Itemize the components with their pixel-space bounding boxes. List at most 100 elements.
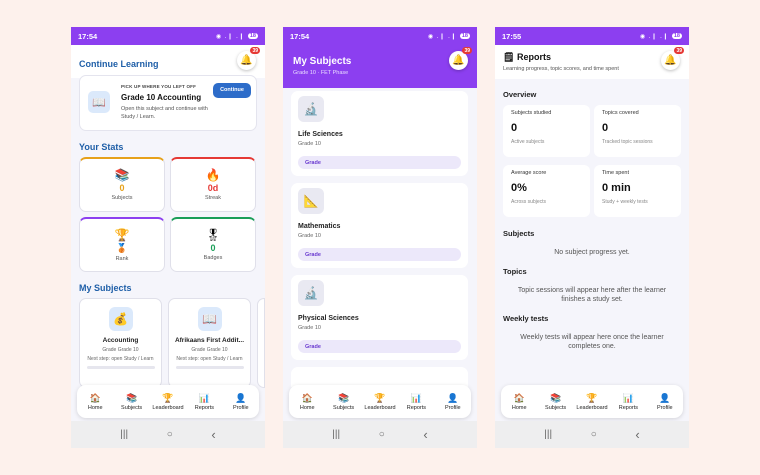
overview-card-subjects: Subjects studied 0 Active subjects bbox=[503, 105, 590, 157]
nav-leaderboard[interactable]: 🏆 Leaderboard bbox=[362, 385, 398, 418]
page-subtitle: Learning progress, topic scores, and tim… bbox=[503, 66, 619, 72]
books-icon: 📚 bbox=[550, 392, 562, 403]
battery-icon: 18 bbox=[459, 33, 470, 39]
stat-streak: 🔥 0d Streak bbox=[170, 157, 256, 212]
notepad-icon: 🗒 bbox=[503, 52, 515, 62]
trophy-icon: 🏆 bbox=[114, 227, 130, 242]
progress-bar bbox=[175, 365, 244, 369]
system-nav-bar: ||| ○ ‹ bbox=[495, 421, 689, 448]
progress-bar bbox=[86, 365, 155, 369]
continue-description: Open this subject and continue with Stud… bbox=[121, 106, 208, 120]
weekly-tests-heading: Weekly tests bbox=[503, 314, 549, 323]
nav-label: Home bbox=[299, 404, 315, 411]
subject-card-mathematics[interactable]: 📐 Mathematics Grade 10 Grade bbox=[291, 183, 468, 268]
card-title: Topics covered bbox=[602, 110, 639, 116]
subjects-heading: Subjects bbox=[503, 229, 535, 238]
weekly-tests-empty-state: Weekly tests will appear here once the l… bbox=[520, 334, 664, 350]
nav-home[interactable]: 🏠 Home bbox=[77, 385, 113, 418]
trophy-icon: 🏆 bbox=[374, 392, 386, 403]
nav-subjects[interactable]: 📚 Subjects bbox=[537, 385, 573, 418]
nav-subjects[interactable]: 📚 Subjects bbox=[113, 385, 149, 418]
card-subtitle: Study + weekly tests bbox=[602, 199, 648, 205]
subject-tile-partial bbox=[257, 298, 265, 388]
recents-icon[interactable]: ||| bbox=[120, 429, 128, 440]
notification-bell-icon[interactable]: 🔔 39 bbox=[661, 47, 684, 70]
bar-chart-icon: 📊 bbox=[198, 392, 211, 403]
stat-label: Badges bbox=[203, 255, 223, 261]
nav-label: Reports bbox=[406, 404, 427, 411]
back-icon[interactable]: ‹ bbox=[423, 427, 427, 442]
stat-value: 0 bbox=[119, 183, 125, 193]
nav-label: Leaderboard bbox=[152, 404, 184, 411]
card-value: 0 bbox=[602, 122, 609, 134]
money-bag-icon: 💰 bbox=[108, 307, 133, 331]
nav-subjects[interactable]: 📚 Subjects bbox=[325, 385, 361, 418]
stat-label: Rank bbox=[115, 255, 129, 262]
subject-grade: Grade 10 bbox=[298, 233, 321, 239]
book-icon: 📖 bbox=[197, 307, 222, 331]
notification-bell-icon[interactable]: 🔔 39 bbox=[237, 47, 260, 70]
medal-ribbon-icon: 🎖 bbox=[205, 228, 221, 242]
back-icon[interactable]: ‹ bbox=[635, 427, 639, 442]
nav-leaderboard[interactable]: 🏆 Leaderboard bbox=[574, 385, 610, 418]
subject-grade: Grade 10 bbox=[298, 325, 321, 331]
nav-profile[interactable]: 👤 Profile bbox=[647, 385, 683, 418]
nav-home[interactable]: 🏠 Home bbox=[501, 385, 537, 418]
reports-screen: 17:55 ◉ .❙ .❙ 18 🗒 Reports Learning prog… bbox=[495, 27, 689, 448]
notification-badge: 39 bbox=[462, 47, 472, 54]
subject-tile-accounting[interactable]: 💰 Accounting Grade Grade 10 Next step: o… bbox=[79, 298, 162, 388]
nav-home[interactable]: 🏠 Home bbox=[289, 385, 325, 418]
notification-bell-icon[interactable]: 🔔 39 bbox=[449, 47, 472, 70]
signal-icons: ◉ .❙ .❙ bbox=[215, 33, 245, 40]
continue-button[interactable]: Continue bbox=[213, 83, 251, 98]
nav-label: Profile bbox=[233, 404, 249, 411]
subject-name: Mathematics bbox=[298, 223, 341, 230]
grade-pill: Grade bbox=[298, 248, 461, 261]
page-title-row: 🗒 Reports bbox=[503, 52, 551, 63]
recents-icon[interactable]: ||| bbox=[544, 429, 552, 440]
status-bar: 17:54 ◉ .❙ .❙ 18 bbox=[71, 27, 265, 45]
nav-leaderboard[interactable]: 🏆 Leaderboard bbox=[150, 385, 186, 418]
card-title: Subjects studied bbox=[511, 110, 552, 116]
stat-badges: 🎖 0 Badges bbox=[170, 217, 256, 272]
bottom-nav: 🏠 Home 📚 Subjects 🏆 Leaderboard 📊 Reports 👤 P… bbox=[77, 385, 259, 418]
subject-card-physical-sciences[interactable]: 🔬 Physical Sciences Grade 10 Grade bbox=[291, 275, 468, 360]
home-screen: 17:54 ◉ .❙ .❙ 18 🔔 39 Continue Learning 📖… bbox=[71, 27, 265, 448]
recents-icon[interactable]: ||| bbox=[332, 429, 340, 440]
overview-card-time: Time spent 0 min Study + weekly tests bbox=[594, 165, 681, 217]
subject-name: Physical Sciences bbox=[298, 315, 359, 322]
signal-icons: ◉ .❙ .❙ bbox=[639, 33, 669, 40]
nav-profile[interactable]: 👤 Profile bbox=[223, 385, 259, 418]
grade-pill: Grade bbox=[298, 156, 461, 169]
notification-badge: 39 bbox=[250, 47, 260, 54]
stat-rank: 🏆 🥉 Rank bbox=[79, 217, 165, 272]
card-title: Average score bbox=[511, 170, 547, 176]
continue-subject: Grade 10 Accounting bbox=[121, 93, 202, 102]
nav-reports[interactable]: 📊 Reports bbox=[610, 385, 646, 418]
card-subtitle: Tracked topic sessions bbox=[602, 139, 653, 145]
bar-chart-icon: 📊 bbox=[622, 392, 635, 403]
back-icon[interactable]: ‹ bbox=[211, 427, 215, 442]
continue-card[interactable]: 📖 PICK UP WHERE YOU LEFT OFF Grade 10 Ac… bbox=[79, 75, 257, 131]
home-icon: 🏠 bbox=[513, 392, 525, 403]
stat-value: 0d bbox=[207, 183, 219, 193]
card-subtitle: Across subjects bbox=[511, 199, 547, 205]
nav-reports[interactable]: 📊 Reports bbox=[186, 385, 222, 418]
stat-label: Streak bbox=[205, 195, 221, 201]
subject-card-life-sciences[interactable]: 🔬 Life Sciences Grade 10 Grade bbox=[291, 91, 468, 176]
subject-card-partial bbox=[291, 367, 468, 387]
home-icon: 🏠 bbox=[89, 392, 101, 403]
subject-next-step: Next step: open Study / Learn bbox=[87, 356, 154, 362]
home-circle-icon[interactable]: ○ bbox=[591, 429, 597, 440]
grade-pill: Grade bbox=[298, 340, 461, 353]
overview-heading: Overview bbox=[503, 90, 537, 99]
nav-reports[interactable]: 📊 Reports bbox=[398, 385, 434, 418]
card-title: Time spent bbox=[602, 170, 630, 176]
nav-label: Leaderboard bbox=[364, 404, 396, 411]
subject-tile-afrikaans[interactable]: 📖 Afrikaans First Addit... Grade Grade 1… bbox=[168, 298, 251, 388]
home-circle-icon[interactable]: ○ bbox=[379, 429, 385, 440]
nav-profile[interactable]: 👤 Profile bbox=[435, 385, 471, 418]
home-circle-icon[interactable]: ○ bbox=[167, 429, 173, 440]
microscope-icon: 🔬 bbox=[298, 280, 324, 306]
subject-grade: Grade Grade 10 bbox=[191, 347, 228, 353]
